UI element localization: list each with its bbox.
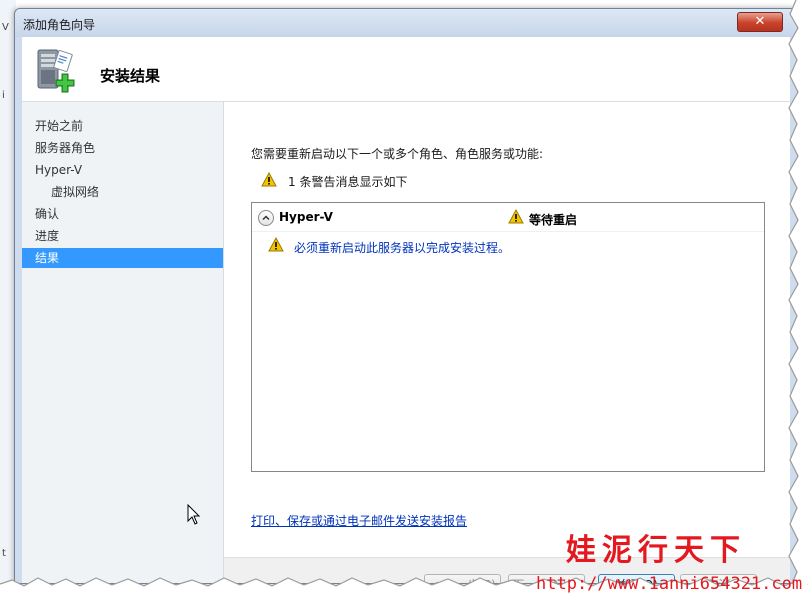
warning-icon: [508, 209, 524, 224]
window-title: 添加角色向导: [23, 18, 96, 32]
result-message-text: 必须重新启动此服务器以完成安装过程。: [294, 241, 511, 255]
warning-icon: [268, 237, 284, 252]
warning-summary: 1 条警告消息显示如下: [261, 172, 407, 190]
result-status-text: 等待重启: [529, 213, 578, 227]
nav-item-results[interactable]: 结果: [22, 248, 223, 268]
result-role-name: Hyper-V: [279, 210, 333, 224]
watermark-text: 娃泥行天下: [566, 533, 746, 568]
restart-intro-text: 您需要重新启动以下一个或多个角色、角色服务或功能:: [251, 147, 544, 161]
title-bar[interactable]: 添加角色向导 ✕: [15, 9, 797, 37]
background-text-fragment: t: [2, 548, 6, 559]
window-close-button[interactable]: ✕: [737, 12, 783, 32]
wizard-client-area: 安装结果 开始之前 服务器角色 Hyper-V 虚拟网络 确认 进度 结果 您需…: [22, 37, 790, 583]
nav-item-before-you-begin[interactable]: 开始之前: [22, 116, 223, 136]
collapse-chevron-icon[interactable]: [258, 210, 274, 226]
nav-item-virtual-networks[interactable]: 虚拟网络: [22, 182, 223, 202]
result-message: 必须重新启动此服务器以完成安装过程。: [268, 237, 510, 255]
page-title: 安装结果: [100, 67, 161, 85]
results-list[interactable]: Hyper-V 等待重启 必须重新启动此服务器以完成安装过程。: [251, 202, 765, 472]
warning-icon: [261, 172, 277, 187]
nav-item-confirmation[interactable]: 确认: [22, 204, 223, 224]
result-row-hyper-v[interactable]: Hyper-V 等待重启: [252, 203, 764, 232]
nav-item-server-roles[interactable]: 服务器角色: [22, 138, 223, 158]
server-add-icon: [37, 49, 75, 93]
add-roles-wizard-window: 添加角色向导 ✕ 安装结果 开始之前 服务器角色 Hyper-V 虚拟网络 确认…: [14, 8, 798, 584]
install-report-link[interactable]: 打印、保存或通过电子邮件发送安装报告: [251, 512, 467, 529]
warning-summary-text: 1 条警告消息显示如下: [288, 175, 408, 189]
background-text-fragment: i: [2, 90, 5, 101]
background-text-fragment: V: [2, 22, 9, 33]
back-button[interactable]: < 上一步(P): [424, 574, 501, 583]
nav-item-hyper-v[interactable]: Hyper-V: [22, 160, 223, 180]
chevron-up-icon: [262, 215, 270, 221]
result-status: 等待重启: [508, 209, 577, 227]
nav-item-progress[interactable]: 进度: [22, 226, 223, 246]
watermark-url: http://www.1anni654321.com: [536, 574, 803, 594]
wizard-header: 安装结果: [22, 37, 790, 102]
mouse-cursor-icon: [187, 504, 201, 525]
main-content: 您需要重新启动以下一个或多个角色、角色服务或功能: 1 条警告消息显示如下 Hy…: [224, 102, 790, 583]
